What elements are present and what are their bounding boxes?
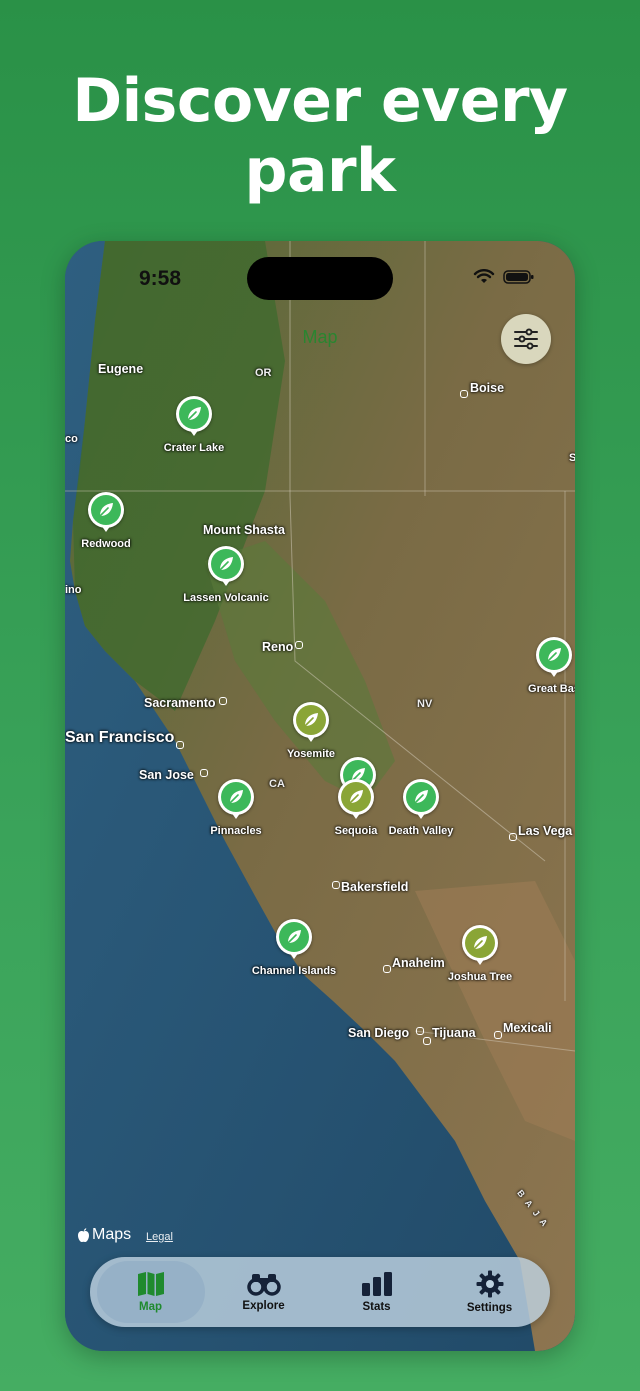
park-label: Redwood xyxy=(81,538,131,550)
city-dot xyxy=(416,1027,424,1035)
park-pin[interactable]: Crater Lake xyxy=(164,396,224,454)
city-dot xyxy=(200,769,208,777)
city-dot xyxy=(219,697,227,705)
leaf-icon xyxy=(287,930,301,944)
city-dot xyxy=(176,741,184,749)
headline: Discover every park xyxy=(72,66,568,206)
city-dot xyxy=(423,1037,431,1045)
place-label: Mexicali xyxy=(503,1021,552,1035)
status-time: 9:58 xyxy=(139,267,182,290)
place-label: S xyxy=(569,452,575,464)
place-label: Tijuana xyxy=(432,1026,476,1040)
state-label: OR xyxy=(255,367,272,379)
place-label: Boise xyxy=(470,381,505,395)
park-pin[interactable]: Redwood xyxy=(81,492,131,550)
tab-label: Stats xyxy=(362,1301,391,1313)
city-dot xyxy=(509,833,517,841)
state-label: NV xyxy=(417,698,433,710)
place-label: San Diego xyxy=(348,1026,410,1040)
park-pin[interactable]: Death Valley xyxy=(389,779,453,837)
maps-brand-label: Maps xyxy=(92,1226,132,1243)
tab-label: Explore xyxy=(242,1300,285,1312)
filter-button[interactable] xyxy=(501,314,551,364)
place-label: Las Vega xyxy=(518,824,573,838)
park-label: Death Valley xyxy=(388,825,454,837)
park-label: Joshua Tree xyxy=(447,971,513,983)
leaf-icon xyxy=(219,557,233,571)
tab-stats[interactable]: Stats xyxy=(323,1261,431,1323)
city-dot xyxy=(332,881,340,889)
status-icons xyxy=(473,269,535,285)
binoculars-icon xyxy=(246,1274,281,1296)
tab-label: Settings xyxy=(466,1302,513,1314)
park-label: Lassen Volcanic xyxy=(183,592,269,604)
leaf-icon xyxy=(187,407,201,421)
city-dot xyxy=(295,641,303,649)
place-label: Sacramento xyxy=(144,696,216,710)
place-label: Bakersfield xyxy=(341,880,409,894)
place-label: San Jose xyxy=(139,768,194,782)
place-label: San Francisco xyxy=(65,729,175,746)
place-label: Anaheim xyxy=(392,956,445,970)
leaf-icon xyxy=(547,648,561,662)
map-view[interactable] xyxy=(65,241,575,1351)
apple-icon xyxy=(78,1227,89,1242)
city-dot xyxy=(383,965,391,973)
tab-map[interactable]: Map xyxy=(96,1261,205,1323)
leaf-icon xyxy=(414,790,428,804)
city-dot xyxy=(494,1031,502,1039)
leaf-icon xyxy=(229,790,243,804)
park-label: Sequoia xyxy=(334,825,378,837)
park-pin[interactable]: Pinnacles xyxy=(210,779,262,837)
state-label: CA xyxy=(269,778,285,790)
battery-icon xyxy=(503,270,534,284)
sliders-icon xyxy=(514,328,538,350)
place-label: Reno xyxy=(262,640,294,654)
place-label: Eugene xyxy=(98,362,144,376)
leaf-icon xyxy=(473,936,487,950)
tab-bar: Map Explore Stats Settings xyxy=(90,1257,550,1327)
park-label: Pinnacles xyxy=(210,825,262,837)
place-label: co xyxy=(65,433,78,445)
park-label: Yosemite xyxy=(286,748,336,760)
park-pin[interactable]: Sequoia xyxy=(335,779,377,837)
city-dot xyxy=(460,390,468,398)
dynamic-island xyxy=(247,257,393,300)
place-label: ino xyxy=(65,584,82,596)
leaf-icon xyxy=(349,790,363,804)
legal-link[interactable]: Legal xyxy=(146,1231,173,1243)
tab-settings[interactable]: Settings xyxy=(436,1261,544,1323)
leaf-icon xyxy=(304,713,318,727)
phone-screen: 9:58 Map Eugene OR Boise co Mount Shasta… xyxy=(65,241,575,1351)
park-label: Channel Islands xyxy=(251,965,337,977)
park-label: Crater Lake xyxy=(163,442,225,454)
park-pin[interactable]: Channel Islands xyxy=(252,919,336,977)
tab-explore[interactable]: Explore xyxy=(210,1261,318,1323)
park-pin[interactable]: Yosemite xyxy=(287,702,335,760)
maps-attribution: Maps xyxy=(77,1226,131,1244)
map-icon xyxy=(137,1272,164,1296)
place-label: Mount Shasta xyxy=(203,523,285,537)
park-pin[interactable]: Great Bas xyxy=(528,637,575,695)
gear-icon xyxy=(476,1270,503,1298)
tab-label: Map xyxy=(139,1301,162,1313)
nav-title: Map xyxy=(302,327,338,347)
park-pin[interactable]: Joshua Tree xyxy=(448,925,512,983)
park-pin[interactable]: Lassen Volcanic xyxy=(183,546,269,604)
leaf-icon xyxy=(99,503,113,517)
bar-chart-icon xyxy=(361,1272,392,1296)
wifi-icon xyxy=(473,269,495,283)
park-label: Great Bas xyxy=(528,683,575,695)
